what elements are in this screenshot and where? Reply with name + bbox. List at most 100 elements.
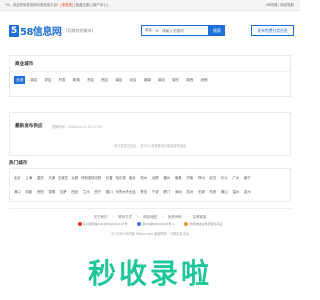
- city-link[interactable]: 拉萨: [58, 189, 69, 194]
- district-item[interactable]: 郊区: [42, 76, 53, 84]
- city-link[interactable]: 合肥: [150, 175, 161, 180]
- city-link[interactable]: 上海: [24, 175, 35, 180]
- city-link[interactable]: 深圳: [173, 189, 184, 194]
- footer-link-about[interactable]: 关于我们: [94, 214, 108, 219]
- district-item[interactable]: 南区: [113, 76, 124, 84]
- city-link[interactable]: 海口: [12, 189, 23, 194]
- city-link[interactable]: 昆明: [47, 189, 58, 194]
- district-item[interactable]: 城东: [170, 76, 181, 84]
- city-link[interactable]: 沈阳: [93, 175, 104, 180]
- hot-cities-panel: 北京 上海 重庆 天津 石家庄 太原 呼和浩特 沈阳 长春 哈尔滨 南京 杭州 …: [9, 168, 291, 202]
- city-link[interactable]: 武汉: [208, 175, 219, 180]
- district-item[interactable]: 城南: [142, 76, 153, 84]
- city-link[interactable]: 泉州: [242, 189, 253, 194]
- search-category-select[interactable]: 商业: [145, 28, 152, 33]
- police-badge-text: 京公网安备11010502030143号: [82, 222, 128, 226]
- separator: |: [186, 214, 188, 218]
- welcome-prefix: Hi，欢迎来到发信网分类信息平台！: [6, 3, 61, 7]
- city-link[interactable]: 南宁: [242, 175, 253, 180]
- city-link[interactable]: 银川: [104, 189, 115, 194]
- city-link[interactable]: 北京: [12, 175, 23, 180]
- footer-divider: [9, 208, 291, 209]
- city-link[interactable]: 佛山: [219, 189, 230, 194]
- license-badge-icon: [184, 222, 189, 226]
- city-link[interactable]: 宁波: [150, 189, 161, 194]
- city-link[interactable]: 青岛: [139, 189, 150, 194]
- license-badge[interactable]: 增值电信业务经营许可证: [184, 222, 222, 226]
- city-link[interactable]: 西宁: [93, 189, 104, 194]
- district-item[interactable]: 城北: [156, 76, 167, 84]
- city-link[interactable]: 郑州: [196, 175, 207, 180]
- city-link[interactable]: 贵阳: [35, 189, 46, 194]
- icp-badge[interactable]: 京ICP备09093006号-1: [137, 222, 174, 226]
- switch-city-link[interactable]: [切换其他城市]: [66, 28, 93, 34]
- district-title: 商业城市: [15, 62, 34, 67]
- hot-cities-row: 北京 上海 重庆 天津 石家庄 太原 呼和浩特 沈阳 长春 哈尔滨 南京 杭州 …: [12, 175, 254, 180]
- city-link[interactable]: 南京: [127, 175, 138, 180]
- city-link[interactable]: 呼和浩特: [81, 175, 95, 180]
- district-item[interactable]: 城区: [28, 76, 39, 84]
- city-link[interactable]: 长春: [104, 175, 115, 180]
- footer-link-disclaimer[interactable]: 免责声明: [168, 214, 182, 219]
- city-link[interactable]: 东莞: [208, 189, 219, 194]
- watermark-text: 秒收录啦: [87, 257, 212, 290]
- city-link[interactable]: 福州: [162, 175, 173, 180]
- city-link[interactable]: 杭州: [139, 175, 150, 180]
- district-item[interactable]: 开发: [57, 76, 68, 84]
- footer-link-friends[interactable]: 友情链接: [193, 214, 207, 219]
- city-link[interactable]: 厦门: [162, 189, 173, 194]
- city-link[interactable]: 西安: [70, 189, 81, 194]
- district-item[interactable]: 西区: [99, 76, 110, 84]
- logo-text: 58信息网: [20, 27, 62, 38]
- district-item[interactable]: 其他: [198, 76, 209, 84]
- search-input[interactable]: [162, 27, 207, 35]
- chevron-down-icon: ▼: [156, 29, 159, 33]
- license-badge-text: 增值电信业务经营许可证: [189, 222, 223, 226]
- hot-cities-title: 热门城市: [9, 161, 28, 166]
- city-link[interactable]: 天津: [47, 175, 58, 180]
- district-item[interactable]: 新城: [71, 76, 82, 84]
- search-button[interactable]: 搜索: [209, 25, 225, 36]
- login-link[interactable]: [请登录]: [60, 3, 73, 7]
- city-link[interactable]: 成都: [24, 189, 35, 194]
- separator: |: [112, 214, 114, 218]
- city-link[interactable]: 哈尔滨: [116, 175, 127, 180]
- search-box: 商业 ▼: [141, 25, 209, 36]
- footer-link-sitemap[interactable]: 网站地图: [143, 214, 157, 219]
- city-link[interactable]: 兰州: [81, 189, 92, 194]
- separator: |: [161, 214, 163, 218]
- city-link[interactable]: 重庆: [35, 175, 46, 180]
- footer-link-contact[interactable]: 联系方式: [119, 214, 133, 219]
- district-item[interactable]: 东区: [85, 76, 96, 84]
- city-link[interactable]: 无锡: [196, 189, 207, 194]
- city-link[interactable]: 苏州: [185, 189, 196, 194]
- icp-badge-text: 京ICP备09093006号-1: [142, 222, 175, 226]
- latest-title: 最新发布供应: [15, 124, 43, 129]
- city-link[interactable]: 济南: [185, 175, 196, 180]
- city-link[interactable]: 石家庄: [58, 175, 69, 180]
- district-item[interactable]: 全城: [14, 76, 26, 84]
- separator: |: [137, 214, 139, 218]
- latest-panel: 最新发布供应 更新时间：2026-04-11 10:17:30 该分类暂无信息 …: [9, 112, 291, 156]
- district-item[interactable]: 北区: [128, 76, 139, 84]
- city-link[interactable]: 乌鲁木齐: [116, 189, 130, 194]
- top-right-links[interactable]: 58同城 | 网站导航: [266, 2, 294, 8]
- update-time: 更新时间：2026-04-11 10:17:30: [52, 125, 102, 129]
- welcome-text: Hi，欢迎来到发信网分类信息平台！[请登录] [免费注册] [用户中心]: [6, 2, 108, 8]
- city-link[interactable]: 南昌: [173, 175, 184, 180]
- police-badge[interactable]: 京公网安备11010502030143号: [77, 222, 128, 226]
- hot-cities-row: 海口 成都 贵阳 昆明 拉萨 西安 兰州 西宁 银川 乌鲁木齐 大连 青岛 宁波…: [12, 189, 254, 194]
- district-panel: 商业城市 全城 城区 郊区 开发 新城 东区 西区 南区 北区 城南 城北 城东…: [9, 55, 291, 97]
- logo-mark: 5: [9, 24, 19, 37]
- city-link[interactable]: 长沙: [219, 175, 230, 180]
- city-link[interactable]: 太原: [70, 175, 81, 180]
- copyright-text: © 2026 58同城 58sxx.com 版权所有 · 分类信息平台: [110, 232, 189, 236]
- city-link[interactable]: 大连: [127, 189, 138, 194]
- district-item[interactable]: 城西: [184, 76, 195, 84]
- top-bar: Hi，欢迎来到发信网分类信息平台！[请登录] [免费注册] [用户中心] 58同…: [0, 0, 300, 11]
- city-link[interactable]: 广州: [231, 175, 242, 180]
- post-info-button[interactable]: 发布免费分类信息: [251, 25, 294, 36]
- register-links[interactable]: [免费注册] [用户中心]: [74, 3, 108, 7]
- city-link[interactable]: 温州: [231, 189, 242, 194]
- site-logo[interactable]: 5 58信息网: [9, 24, 62, 38]
